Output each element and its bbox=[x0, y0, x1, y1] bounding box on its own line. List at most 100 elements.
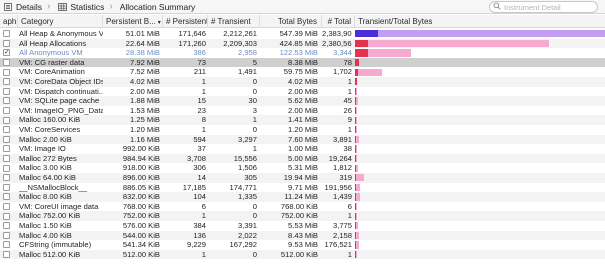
table-row[interactable]: All Heap & Anonymous V... 51.01 MiB 171,64… bbox=[0, 29, 605, 39]
category-cell: VM: CoreServices bbox=[19, 125, 81, 134]
column-header-persistent-count[interactable]: # Persistent bbox=[163, 15, 208, 28]
column-header-total-count[interactable]: # Total bbox=[322, 15, 355, 28]
transient-total-bar bbox=[355, 135, 605, 145]
total-bytes-cell: 9.71 MiB bbox=[288, 182, 318, 192]
breadcrumb-details[interactable]: Details bbox=[0, 0, 45, 14]
transient-count-cell: 167,292 bbox=[229, 240, 257, 250]
table-row[interactable]: VM: SQLite page cache 1.88 MiB 15 30 5.62 Mi… bbox=[0, 96, 605, 106]
breadcrumb-statistics[interactable]: Statistics bbox=[54, 0, 107, 14]
table-row[interactable]: VM: Image IO 992.00 KiB 37 1 1.00 MiB 38 bbox=[0, 144, 605, 154]
persistent-bytes-cell: 1.20 MiB bbox=[130, 125, 160, 134]
graph-checkbox[interactable] bbox=[3, 107, 10, 115]
table-row[interactable]: __NSMallocBlock__ 886.05 KiB 17,185 174,771… bbox=[0, 183, 605, 193]
category-cell: VM: CoreUI image data bbox=[19, 201, 99, 211]
persistent-bytes-cell: 22.64 MiB bbox=[125, 38, 160, 48]
graph-checkbox[interactable] bbox=[3, 39, 10, 47]
table-row[interactable]: Malloc 160.00 KiB 1.25 MiB 8 1 1.41 MiB 9 bbox=[0, 115, 605, 125]
table-row[interactable]: Malloc 3.00 KiB 918.00 KiB 306 1,506 5.31 Mi… bbox=[0, 163, 605, 173]
column-header-total-bytes[interactable]: Total Bytes bbox=[260, 15, 322, 28]
persistent-count-cell: 104 bbox=[193, 192, 206, 202]
graph-checkbox[interactable] bbox=[3, 212, 10, 220]
persistent-bytes-bar bbox=[355, 145, 357, 153]
graph-checkbox[interactable] bbox=[3, 174, 10, 182]
table-row[interactable]: ✓ All Anonymous VM 28.38 MiB 386 2,958 122.53… bbox=[0, 48, 605, 58]
graph-checkbox[interactable] bbox=[3, 183, 10, 191]
transient-total-bar bbox=[355, 39, 605, 49]
persistent-bytes-bar bbox=[355, 164, 357, 172]
graph-checkbox[interactable] bbox=[3, 59, 10, 67]
table-row[interactable]: Malloc 272 Bytes 984.94 KiB 3,708 15,556 5.0… bbox=[0, 153, 605, 164]
table-row[interactable]: CFString (immutable) 541.34 KiB 9,229 167,2… bbox=[0, 240, 605, 250]
persistent-bytes-cell: 1.25 MiB bbox=[130, 115, 160, 125]
graph-checkbox[interactable] bbox=[3, 116, 10, 124]
breadcrumb-allocation-summary[interactable]: Allocation Summary bbox=[117, 0, 199, 14]
persistent-bytes-bar bbox=[355, 174, 357, 182]
graph-checkbox[interactable] bbox=[3, 87, 10, 95]
persistent-bytes-cell: 7.52 MiB bbox=[130, 67, 160, 77]
transient-count-cell: 1,335 bbox=[237, 192, 257, 202]
total-count-cell: 1 bbox=[347, 125, 352, 134]
table-row[interactable]: VM: CoreServices 1.20 MiB 1 0 1.20 MiB 1 bbox=[0, 125, 605, 135]
graph-checkbox[interactable] bbox=[3, 135, 10, 143]
persistent-count-cell: 1 bbox=[201, 125, 206, 134]
total-bytes-cell: 1.00 MiB bbox=[288, 144, 318, 154]
transient-total-bar bbox=[355, 144, 605, 154]
graph-checkbox[interactable] bbox=[3, 155, 10, 163]
table-row[interactable]: All Heap Allocations 22.64 MiB 171,260 2,20… bbox=[0, 38, 605, 49]
graph-checkbox[interactable] bbox=[3, 68, 10, 76]
graph-checkbox[interactable] bbox=[3, 222, 10, 230]
graph-checkbox[interactable] bbox=[3, 78, 10, 86]
table-row[interactable]: Malloc 64.00 KiB 896.00 KiB 14 305 19.94 MiB… bbox=[0, 173, 605, 183]
table-row[interactable]: Malloc 512.00 KiB 512.00 KiB 1 0 512.00 KiB 1 bbox=[0, 249, 605, 260]
column-header-persistent-bytes[interactable]: Persistent B... ▾ bbox=[103, 15, 163, 28]
table-row[interactable]: VM: CoreAnimation 7.52 MiB 211 1,491 59.75 M… bbox=[0, 67, 605, 77]
graph-checkbox[interactable] bbox=[3, 241, 10, 249]
breadcrumb-allocation-summary-label: Allocation Summary bbox=[119, 1, 196, 12]
persistent-bytes-cell: 886.05 KiB bbox=[122, 182, 160, 192]
graph-checkbox[interactable] bbox=[3, 231, 10, 239]
column-header-graph[interactable]: aph bbox=[0, 15, 18, 28]
table-row[interactable]: VM: CoreUI image data 768.00 KiB 6 0 768.00 … bbox=[0, 202, 605, 212]
graph-checkbox[interactable] bbox=[3, 30, 10, 38]
transient-total-bar bbox=[355, 58, 605, 68]
graph-checkbox[interactable] bbox=[3, 203, 10, 211]
persistent-bytes-cell: 832.00 KiB bbox=[122, 192, 160, 202]
table-row[interactable]: Malloc 8.00 KiB 832.00 KiB 104 1,335 11.24 M… bbox=[0, 192, 605, 202]
total-bytes-cell: 4.02 MiB bbox=[288, 77, 318, 86]
graph-checkbox[interactable] bbox=[3, 193, 10, 201]
total-bytes-cell: 2.00 MiB bbox=[288, 105, 318, 115]
transient-total-bar bbox=[355, 173, 605, 183]
table-row[interactable]: Malloc 1.50 KiB 576.00 KiB 384 3,391 5.53 Mi… bbox=[0, 221, 605, 231]
graph-checkbox[interactable] bbox=[3, 164, 10, 172]
table-row[interactable]: VM: ImageIO_PNG_Data 1.53 MiB 23 3 2.00 MiB 2… bbox=[0, 106, 605, 116]
persistent-count-cell: 3,708 bbox=[186, 153, 206, 163]
persistent-bytes-cell: 1.88 MiB bbox=[130, 96, 160, 106]
transient-total-bar bbox=[355, 163, 605, 173]
category-cell: Malloc 3.00 KiB bbox=[19, 163, 72, 173]
persistent-bytes-bar bbox=[355, 68, 359, 76]
graph-checkbox[interactable] bbox=[3, 251, 10, 259]
graph-checkbox[interactable] bbox=[3, 97, 10, 105]
table-row[interactable]: VM: Dispatch continuati... 2.00 MiB 1 0 2.00… bbox=[0, 87, 605, 97]
persistent-bytes-bar bbox=[355, 30, 379, 38]
total-count-cell: 2,158 bbox=[332, 230, 352, 240]
column-header-category[interactable]: Category bbox=[18, 15, 103, 28]
total-bytes-cell: 5.31 MiB bbox=[288, 163, 318, 173]
table-row[interactable]: Malloc 752.00 KiB 752.00 KiB 1 0 752.00 KiB 1 bbox=[0, 211, 605, 221]
table-row[interactable]: VM: CG raster data 7.92 MiB 73 5 8.38 MiB 78 bbox=[0, 57, 605, 68]
total-bytes-cell: 19.94 MiB bbox=[283, 173, 318, 182]
total-bytes-cell: 8.43 MiB bbox=[288, 230, 318, 240]
table-row[interactable]: VM: CoreData Object IDs 4.02 MiB 1 0 4.02 Mi… bbox=[0, 77, 605, 87]
category-cell: Malloc 2.00 KiB bbox=[19, 134, 72, 144]
instrument-detail-search[interactable]: Instrument Detail bbox=[489, 1, 598, 13]
graph-checkbox[interactable] bbox=[3, 126, 10, 134]
column-header-transient-count[interactable]: # Transient bbox=[208, 15, 260, 28]
persistent-count-cell: 1 bbox=[201, 77, 206, 86]
table-row[interactable]: Malloc 2.00 KiB 1.16 MiB 594 3,297 7.60 MiB 3… bbox=[0, 134, 605, 145]
graph-checkbox[interactable] bbox=[3, 145, 10, 153]
persistent-bytes-cell: 1.53 MiB bbox=[130, 105, 160, 115]
column-header-transient-total-bytes[interactable]: Transient/Total Bytes bbox=[355, 15, 605, 28]
graph-checkbox[interactable]: ✓ bbox=[3, 49, 10, 57]
table-row[interactable]: Malloc 4.00 KiB 544.00 KiB 136 2,022 8.43 Mi… bbox=[0, 230, 605, 241]
category-cell: VM: ImageIO_PNG_Data bbox=[19, 105, 103, 115]
